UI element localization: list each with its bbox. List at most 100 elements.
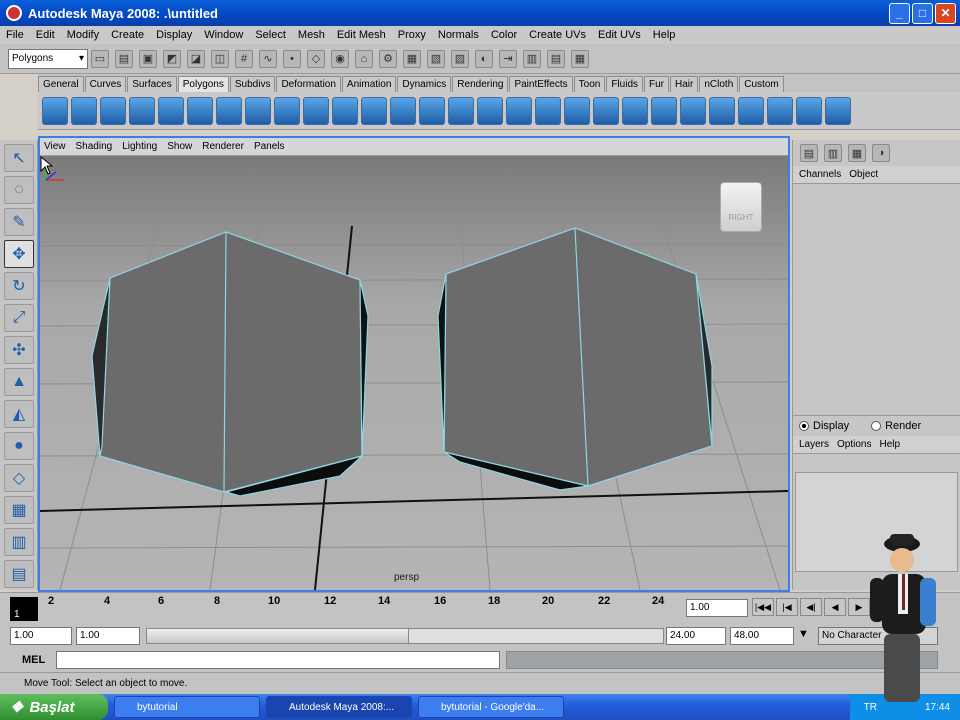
menu-mesh[interactable]: Mesh [298, 29, 325, 41]
poly-plane-icon[interactable] [158, 96, 184, 125]
layers-menu-help[interactable]: Help [879, 439, 900, 450]
shelf-tab-rendering[interactable]: Rendering [452, 76, 509, 92]
menu-help[interactable]: Help [653, 29, 676, 41]
append-polygon-icon[interactable] [535, 96, 561, 125]
shelf-tab-animation[interactable]: Animation [341, 76, 397, 92]
extract-icon[interactable] [361, 96, 387, 125]
shelf-tab-polygons[interactable]: Polygons [177, 76, 229, 92]
animation-start-field[interactable]: 1.00 [10, 627, 72, 645]
poly-pipe-icon[interactable] [245, 96, 271, 125]
close-button[interactable]: ✕ [935, 2, 956, 24]
menu-file[interactable]: File [6, 29, 24, 41]
shelf-tab-toon[interactable]: Toon [573, 76, 606, 92]
panel-menu-view[interactable]: View [44, 141, 66, 152]
channel-box-layout-icon[interactable]: ▤ [800, 144, 818, 162]
viewport-canvas[interactable]: RIGHT persp [40, 156, 788, 590]
step-back-key-icon[interactable]: |◀ [776, 598, 798, 616]
channel-box-menu-channels[interactable]: Channels [799, 169, 841, 180]
channel-box-menu-object[interactable]: Object [849, 169, 878, 180]
snap-grid-icon[interactable]: # [235, 49, 253, 68]
input-line-icon[interactable]: ⇥ [499, 49, 517, 68]
step-back-frame-icon[interactable]: ◀| [800, 598, 822, 616]
shelf-tab-ncloth[interactable]: nCloth [699, 76, 739, 92]
perspective-outliner-layout-icon[interactable]: ▥ [4, 528, 34, 556]
menu-select[interactable]: Select [255, 29, 286, 41]
planar-mapping-icon[interactable] [709, 96, 735, 125]
bridge-icon[interactable] [506, 96, 532, 125]
shelf-tab-fur[interactable]: Fur [644, 76, 670, 92]
range-dropdown-icon[interactable]: ▼ [798, 628, 809, 640]
split-polygon-icon[interactable] [564, 96, 590, 125]
ipr-render-icon[interactable]: ▧ [427, 49, 445, 68]
taskbar-item-maya[interactable]: Autodesk Maya 2008:... [266, 696, 412, 718]
snap-curve-icon[interactable]: ∿ [259, 49, 277, 68]
menu-color[interactable]: Color [491, 29, 517, 41]
separate-icon[interactable] [332, 96, 358, 125]
go-to-start-icon[interactable]: |◀◀ [752, 598, 774, 616]
current-frame-field[interactable]: 1.00 [686, 599, 748, 617]
universal-manipulator-icon[interactable]: ✣ [4, 336, 34, 364]
shelf-tab-painteffects[interactable]: PaintEffects [509, 76, 573, 92]
cylindrical-mapping-icon[interactable] [738, 96, 764, 125]
scale-tool-icon[interactable]: ⤢ [4, 304, 34, 332]
shelf-tab-deformation[interactable]: Deformation [276, 76, 341, 92]
average-vertices-icon[interactable] [419, 96, 445, 125]
render-view-icon[interactable]: ◑ [872, 144, 890, 162]
menu-window[interactable]: Window [204, 29, 243, 41]
shelf-tab-subdivs[interactable]: Subdivs [229, 76, 276, 92]
render-frame-icon[interactable]: ▦ [403, 49, 421, 68]
shelf-tab-curves[interactable]: Curves [84, 76, 127, 92]
mel-label[interactable]: MEL [22, 654, 45, 666]
select-component-icon[interactable]: ◫ [211, 49, 229, 68]
make-live-icon[interactable]: ◉ [331, 49, 349, 68]
perspective-graph-layout-icon[interactable]: ▤ [4, 560, 34, 588]
last-tool-icon[interactable]: ● [4, 432, 34, 460]
panel-menu-shading[interactable]: Shading [76, 141, 113, 152]
poly-pyramid-icon[interactable] [216, 96, 242, 125]
show-hide-tool-settings-icon[interactable]: ▤ [547, 49, 565, 68]
snap-plane-icon[interactable]: ◇ [307, 49, 325, 68]
menu-create[interactable]: Create [111, 29, 144, 41]
shelf-tab-hair[interactable]: Hair [670, 76, 699, 92]
lasso-tool-icon[interactable]: ◌ [4, 176, 34, 204]
range-handle[interactable] [147, 629, 409, 643]
taskbar-item-folder[interactable]: bytutorial [114, 696, 260, 718]
layer-editor-layout-icon[interactable]: ▦ [848, 144, 866, 162]
menu-create-uvs[interactable]: Create UVs [529, 29, 586, 41]
shelf-tab-general[interactable]: General [38, 76, 84, 92]
poly-torus-icon[interactable] [187, 96, 213, 125]
select-hierarchy-icon[interactable]: ◩ [163, 49, 181, 68]
construction-history-icon[interactable]: ⚙ [379, 49, 397, 68]
combine-icon[interactable] [303, 96, 329, 125]
new-scene-icon[interactable]: ▭ [91, 49, 109, 68]
checker-icon[interactable] [796, 96, 822, 125]
bevel-icon[interactable] [651, 96, 677, 125]
menu-edit-uvs[interactable]: Edit UVs [598, 29, 641, 41]
select-object-icon[interactable]: ◪ [187, 49, 205, 68]
playback-range-slider[interactable] [146, 628, 664, 644]
playback-start-field[interactable]: 1.00 [76, 627, 140, 645]
history-icon[interactable]: ⌂ [355, 49, 373, 68]
mel-input[interactable] [56, 651, 500, 669]
paint-select-tool-icon[interactable]: ✎ [4, 208, 34, 236]
open-scene-icon[interactable]: ▤ [115, 49, 133, 68]
menu-proxy[interactable]: Proxy [398, 29, 426, 41]
shelf-tab-custom[interactable]: Custom [739, 76, 784, 92]
boolean-union-icon[interactable] [448, 96, 474, 125]
smooth-icon[interactable] [390, 96, 416, 125]
minimize-button[interactable]: _ [889, 2, 910, 24]
show-manipulator-icon[interactable]: ◭ [4, 400, 34, 428]
single-perspective-layout-icon[interactable]: ◇ [4, 464, 34, 492]
poly-cylinder-icon[interactable] [100, 96, 126, 125]
menu-edit-mesh[interactable]: Edit Mesh [337, 29, 386, 41]
menu-normals[interactable]: Normals [438, 29, 479, 41]
four-view-layout-icon[interactable]: ▦ [4, 496, 34, 524]
soft-modification-icon[interactable]: ▲ [4, 368, 34, 396]
layers-menu-options[interactable]: Options [837, 439, 871, 450]
display-layer-radio[interactable] [799, 421, 809, 431]
channel-box-layer-layout-icon[interactable]: ▥ [824, 144, 842, 162]
taskbar-item-browser[interactable]: bytutorial - Google'da... [418, 696, 564, 718]
playback-end-field[interactable]: 24.00 [666, 627, 726, 645]
panel-menu-show[interactable]: Show [167, 141, 192, 152]
play-backwards-icon[interactable]: ◀ [824, 598, 846, 616]
